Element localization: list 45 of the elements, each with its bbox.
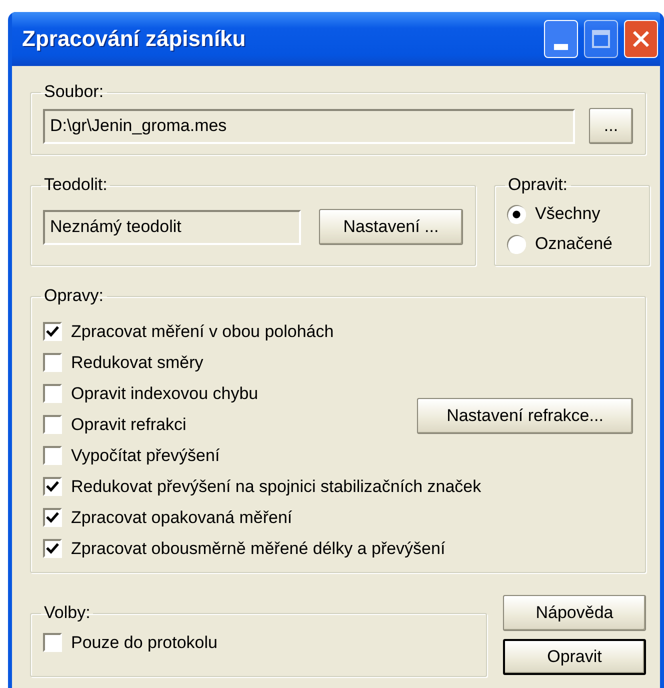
- checkbox-label: Zpracovat měření v obou polohách: [71, 322, 334, 342]
- checkbox-label: Redukovat převýšení na spojnici stabilizačních značek: [71, 476, 482, 496]
- checkbox[interactable]: [43, 508, 62, 527]
- checkbox-label: Pouze do protokolu: [71, 632, 218, 652]
- group-label: Opravy:: [43, 286, 105, 306]
- window-title: Zpracování zápisníku: [22, 26, 247, 52]
- checkbox-label: Zpracovat opakovaná měření: [71, 508, 292, 528]
- checkbox-label: Redukovat směry: [71, 352, 204, 372]
- group-label: Soubor:: [43, 82, 105, 102]
- checkmark-icon: [46, 543, 59, 554]
- radio-label: Označené: [535, 234, 612, 254]
- maximize-button[interactable]: [584, 20, 618, 58]
- radio-button[interactable]: [507, 204, 526, 224]
- close-icon: [631, 29, 651, 49]
- checkbox-label: Zpracovat obousměrně měřené délky a převýšení: [71, 538, 446, 558]
- checkmark-icon: [46, 326, 59, 337]
- close-button[interactable]: [624, 20, 658, 58]
- group-label: Opravit:: [507, 175, 569, 195]
- group-label: Volby:: [43, 603, 92, 623]
- checkbox[interactable]: [43, 633, 62, 652]
- browse-button[interactable]: ...: [589, 108, 633, 144]
- radio-button[interactable]: [507, 234, 526, 254]
- minimize-button[interactable]: [544, 20, 578, 58]
- settings-button[interactable]: Nastavení ...: [319, 209, 463, 245]
- checkbox[interactable]: [43, 539, 62, 558]
- theodolite-field[interactable]: Neznámý teodolit: [43, 210, 301, 244]
- file-path-field[interactable]: D:\gr\Jenin_groma.mes: [43, 108, 575, 144]
- checkbox-label: Opravit refrakci: [71, 414, 186, 434]
- checkmark-icon: [46, 481, 59, 492]
- checkbox[interactable]: [43, 477, 62, 496]
- checkbox-label: Vypočítat převýšení: [71, 446, 220, 466]
- dialog-button[interactable]: Nápověda: [503, 595, 646, 631]
- group-label: Teodolit:: [43, 175, 108, 195]
- checkbox[interactable]: [43, 415, 62, 434]
- checkbox-label: Opravit indexovou chybu: [71, 384, 258, 404]
- checkmark-icon: [46, 512, 59, 523]
- checkbox[interactable]: [43, 446, 62, 465]
- radio-label: Všechny: [535, 204, 600, 224]
- refraction-settings-button[interactable]: Nastavení refrakce...: [417, 398, 633, 434]
- minimize-icon: [554, 44, 568, 50]
- checkbox[interactable]: [43, 384, 62, 403]
- dialog-button[interactable]: Opravit: [503, 639, 646, 675]
- checkbox[interactable]: [43, 353, 62, 372]
- maximize-icon: [592, 30, 610, 48]
- checkbox[interactable]: [43, 322, 62, 341]
